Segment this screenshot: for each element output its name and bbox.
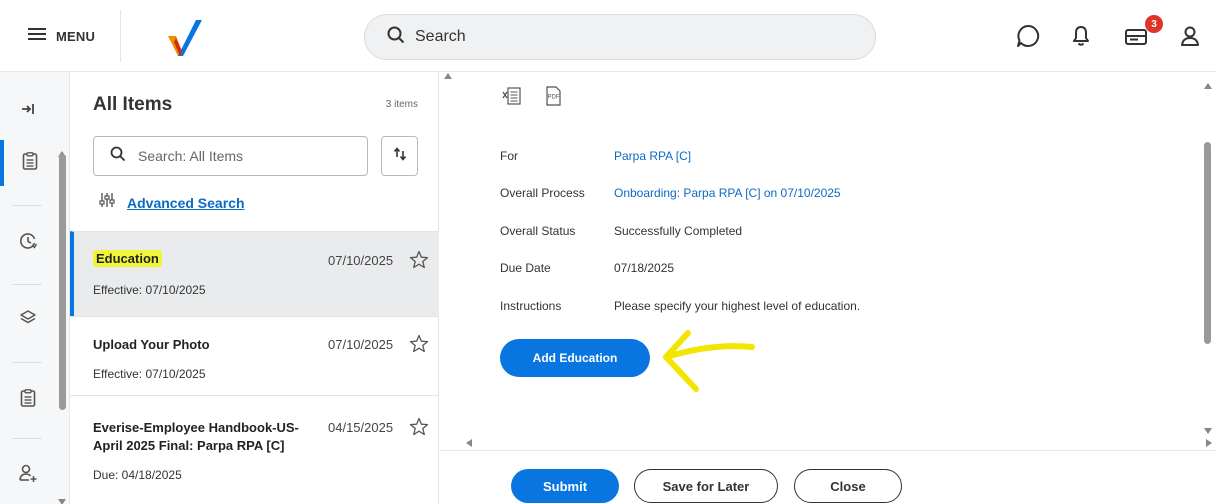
list-item-title: Everise-Employee Handbook-US- April 2025… [93,419,299,455]
search-placeholder: Search [415,28,466,45]
list-item-title-line1: Everise-Employee Handbook-US- [93,420,299,435]
list-item-subtitle: Effective: 07/10/2025 [93,283,206,297]
clipboard-icon [22,151,38,175]
items-search-placeholder: Search: All Items [138,148,244,164]
list-item-title: Education [93,250,162,268]
list-item-subtitle: Effective: 07/10/2025 [93,367,206,381]
field-value-for-link[interactable]: Parpa RPA [C] [614,149,691,163]
expand-icon [21,102,35,121]
field-value-overall-status: Successfully Completed [614,224,743,238]
rail-separator [12,205,42,206]
list-item-date: 07/10/2025 [328,253,394,268]
sort-button[interactable] [381,136,418,176]
sort-icon [393,146,407,166]
field-value-due-date: 07/18/2025 [614,261,675,275]
clock-icon [19,232,38,255]
add-education-button[interactable]: Add Education [500,339,650,377]
list-item-subtitle: Due: 04/18/2025 [93,468,182,482]
chat-icon[interactable] [1016,24,1040,53]
bell-icon[interactable] [1072,25,1090,52]
field-label-overall-status: Overall Status [500,224,576,238]
list-item-date: 04/15/2025 [328,420,394,435]
star-icon[interactable] [409,417,429,442]
rail-separator [12,284,42,285]
left-rail [0,72,70,504]
save-for-later-button[interactable]: Save for Later [634,469,778,503]
items-count: 3 items [385,99,418,110]
items-search-input[interactable]: Search: All Items [93,136,368,176]
advanced-search-link[interactable]: Advanced Search [127,195,245,211]
profile-icon[interactable] [1180,25,1200,52]
rail-separator [12,438,42,439]
list-item-title-line2: April 2025 Final: Parpa RPA [C] [93,438,285,453]
search-icon [387,26,405,49]
scroll-up-arrow[interactable] [444,66,452,84]
panel-title: All Items [93,94,173,115]
field-label-due-date: Due Date [500,261,551,275]
submit-button[interactable]: Submit [511,469,619,503]
rail-separator [12,362,42,363]
field-label-instructions: Instructions [500,299,562,313]
list-item-education[interactable]: Education Effective: 07/10/2025 07/10/20… [70,231,439,316]
advanced-search[interactable]: Advanced Search [99,192,245,213]
menu-icon [28,27,46,46]
star-icon[interactable] [409,250,429,275]
action-bar: Submit Save for Later Close [440,450,1216,504]
workday-logo[interactable] [164,18,206,63]
search-icon [110,146,126,167]
list-item-upload-photo[interactable]: Upload Your Photo Effective: 07/10/2025 … [70,316,439,395]
list-item-date: 07/10/2025 [328,337,394,352]
arrow-annotation-icon [658,327,758,402]
pdf-export-icon[interactable]: PDF [544,86,562,111]
global-search-input[interactable]: Search [364,14,876,60]
inbox-icon[interactable] [1124,25,1148,52]
excel-export-icon[interactable] [502,86,522,111]
filter-sliders-icon [99,192,115,213]
close-button[interactable]: Close [794,469,902,503]
highlighted-title: Education [93,250,162,267]
items-panel: All Items 3 items Search: All Items Adva… [70,72,439,504]
detail-scrollbar[interactable] [1204,142,1211,344]
add-user-icon [18,464,38,487]
list-item-handbook[interactable]: Everise-Employee Handbook-US- April 2025… [70,395,439,504]
field-value-instructions: Please specify your highest level of edu… [614,299,861,313]
top-bar: MENU Search 3 [0,0,1216,72]
star-icon[interactable] [409,334,429,359]
divider [120,10,121,62]
svg-text:PDF: PDF [548,95,560,101]
field-value-overall-process-link[interactable]: Onboarding: Parpa RPA [C] on 07/10/2025 [614,186,841,200]
field-label-for: For [500,149,518,163]
notification-badge: 3 [1145,15,1163,33]
clipboard-icon [20,388,36,412]
field-label-overall-process: Overall Process [500,186,585,200]
menu-label: MENU [56,28,96,44]
scroll-up-arrow[interactable] [1204,76,1212,94]
scroll-down-arrow[interactable] [58,492,66,504]
menu-button[interactable]: MENU [28,22,95,50]
rail-scrollbar[interactable] [59,154,66,410]
layers-icon [20,309,36,331]
workday-window: MENU Search 3 All Items 3 items Search: … [0,0,1216,504]
detail-panel: PDF For Parpa RPA [C] Overall Process On… [440,72,1216,504]
list-item-title: Upload Your Photo [93,337,210,352]
export-toolbar: PDF [502,86,562,111]
expand-rail-button[interactable] [0,88,70,134]
